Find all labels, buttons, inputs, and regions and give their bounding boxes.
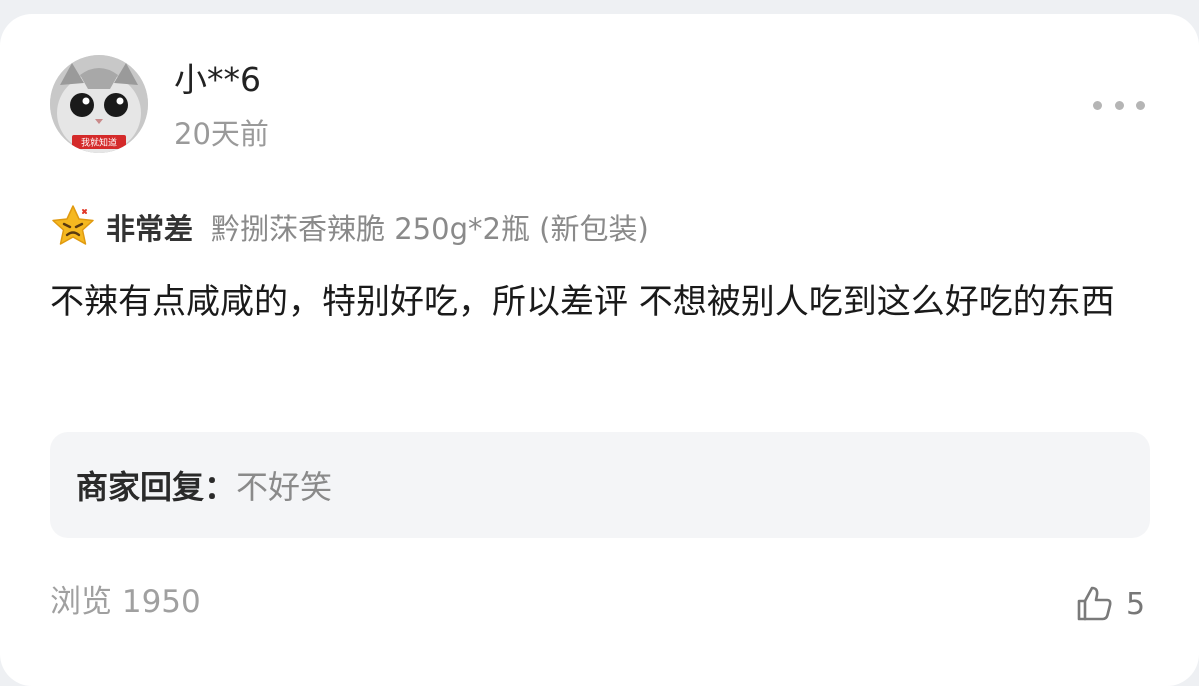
thumbs-up-icon	[1074, 584, 1114, 624]
merchant-reply-text: 不好笑	[236, 468, 333, 506]
more-dot-icon	[1136, 100, 1145, 110]
rating-label: 非常差	[106, 212, 194, 246]
view-count: 浏览 1950	[50, 584, 201, 620]
like-button[interactable]: 5	[1074, 584, 1145, 624]
more-options-button[interactable]	[1093, 90, 1145, 120]
post-time: 20天前	[174, 117, 269, 151]
review-text: 不辣有点咸咸的，特别好吃，所以差评 不想被别人吃到这么好吃的东西	[50, 282, 1115, 322]
rating-row: 非常差 黔捌莯香辣脆 250g*2瓶 (新包装)	[50, 204, 649, 250]
review-card: 我就知道 小**6 20天前 非常差 黔捌莯香辣脆 250g*2瓶 (新包装) …	[0, 14, 1199, 686]
avatar-badge-text: 我就知道	[81, 137, 117, 149]
more-dot-icon	[1114, 100, 1124, 110]
cat-avatar-image: 我就知道	[50, 55, 148, 153]
more-dot-icon	[1093, 100, 1102, 110]
angry-star-icon	[50, 204, 96, 250]
merchant-reply: 商家回复： 不好笑	[50, 432, 1150, 538]
like-count: 5	[1126, 586, 1146, 622]
product-name[interactable]: 黔捌莯香辣脆 250g*2瓶 (新包装)	[211, 206, 649, 248]
username[interactable]: 小**6	[174, 60, 261, 100]
merchant-reply-label: 商家回复：	[76, 468, 237, 506]
avatar[interactable]: 我就知道	[50, 55, 148, 153]
